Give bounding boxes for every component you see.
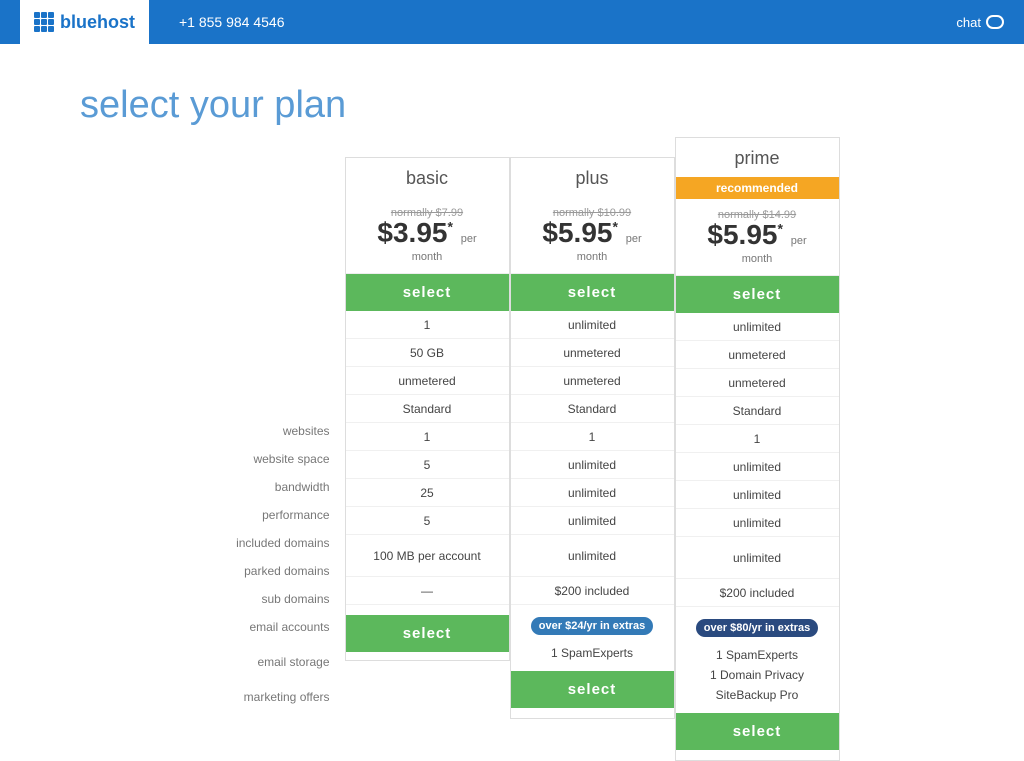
plan-prime-bandwidth: unmetered — [676, 369, 839, 397]
plan-plus-included-domains: 1 — [511, 423, 674, 451]
plan-plus-extras-badge: over $24/yr in extras — [531, 617, 653, 635]
plan-basic-select-bottom[interactable]: select — [346, 615, 509, 652]
plan-plus-extras-item-0: 1 SpamExperts — [511, 643, 674, 663]
plan-plus-marketing: $200 included — [511, 577, 674, 605]
plan-plus-price-box: normally $10.99 $5.95* permonth — [511, 197, 674, 274]
plan-basic-website-space: 50 GB — [346, 339, 509, 367]
plan-prime-extras-item-2: SiteBackup Pro — [676, 685, 839, 705]
plan-basic: basic normally $7.99 $3.95* permonth sel… — [345, 157, 510, 661]
plan-plus-websites: unlimited — [511, 311, 674, 339]
label-email-storage: email storage — [185, 641, 330, 683]
chat-icon — [986, 15, 1004, 29]
chat-label: chat — [956, 15, 981, 30]
plan-plus-website-space: unmetered — [511, 339, 674, 367]
plan-plus: plus normally $10.99 $5.95* permonth sel… — [510, 157, 675, 719]
page-title: select your plan — [80, 84, 1024, 127]
plan-plus-badge-row: over $24/yr in extras — [511, 609, 674, 643]
plan-prime-parked-domains: unlimited — [676, 453, 839, 481]
plan-prime-performance: Standard — [676, 397, 839, 425]
label-performance: performance — [185, 501, 330, 529]
plan-prime-select-top[interactable]: select — [676, 276, 839, 313]
plan-plus-email-accounts: unlimited — [511, 507, 674, 535]
label-bandwidth: bandwidth — [185, 473, 330, 501]
plan-plus-select-bottom[interactable]: select — [511, 671, 674, 708]
plan-prime-select-bottom[interactable]: select — [676, 713, 839, 750]
label-parked-domains: parked domains — [185, 557, 330, 585]
plan-plus-performance: Standard — [511, 395, 674, 423]
plan-prime-badge-row: over $80/yr in extras — [676, 611, 839, 645]
chat-button[interactable]: chat — [956, 15, 1004, 30]
plan-basic-name: basic — [346, 158, 509, 197]
plan-basic-marketing: — — [346, 577, 509, 605]
plan-basic-price-value: $3.95* — [377, 217, 460, 248]
plan-prime-price-value: $5.95* — [707, 219, 790, 250]
plan-plus-select-top[interactable]: select — [511, 274, 674, 311]
plan-prime-recommended: recommended — [676, 177, 839, 199]
plan-prime-included-domains: 1 — [676, 425, 839, 453]
plan-prime: prime recommended normally $14.99 $5.95*… — [675, 137, 840, 761]
plan-basic-email-accounts: 5 — [346, 507, 509, 535]
plan-basic-sub-domains: 25 — [346, 479, 509, 507]
plan-plus-sub-domains: unlimited — [511, 479, 674, 507]
label-marketing-offers: marketing offers — [185, 683, 330, 711]
logo-text: bluehost — [60, 12, 135, 33]
plan-basic-websites: 1 — [346, 311, 509, 339]
plan-plus-price-value: $5.95* — [542, 217, 625, 248]
plan-basic-email-storage: 100 MB per account — [346, 535, 509, 577]
plan-basic-included-domains: 1 — [346, 423, 509, 451]
plan-basic-price: $3.95* permonth — [351, 219, 504, 265]
plan-plus-email-storage: unlimited — [511, 535, 674, 577]
plan-basic-price-dollar: $3.95 — [377, 217, 447, 248]
plan-prime-extras-badge: over $80/yr in extras — [696, 619, 818, 637]
plan-plus-bandwidth: unmetered — [511, 367, 674, 395]
plan-basic-bandwidth: unmetered — [346, 367, 509, 395]
plan-basic-price-box: normally $7.99 $3.95* permonth — [346, 197, 509, 274]
logo[interactable]: bluehost — [20, 0, 149, 44]
plan-plus-price: $5.95* permonth — [516, 219, 669, 265]
label-website-space: website space — [185, 445, 330, 473]
plan-basic-parked-domains: 5 — [346, 451, 509, 479]
plan-prime-websites: unlimited — [676, 313, 839, 341]
plan-prime-price-box: normally $14.99 $5.95* permonth — [676, 199, 839, 276]
plan-prime-sub-domains: unlimited — [676, 481, 839, 509]
plan-prime-website-space: unmetered — [676, 341, 839, 369]
feature-labels: websites website space bandwidth perform… — [185, 157, 345, 711]
plan-prime-email-accounts: unlimited — [676, 509, 839, 537]
plan-basic-select-top[interactable]: select — [346, 274, 509, 311]
header: bluehost +1 855 984 4546 chat — [0, 0, 1024, 44]
plan-prime-extras-item-0: 1 SpamExperts — [676, 645, 839, 665]
plan-prime-price-dollar: $5.95 — [707, 219, 777, 250]
label-sub-domains: sub domains — [185, 585, 330, 613]
plan-prime-extras-item-1: 1 Domain Privacy — [676, 665, 839, 685]
plans-container: websites website space bandwidth perform… — [0, 157, 1024, 761]
logo-grid-icon — [34, 12, 54, 32]
plan-plus-price-dollar: $5.95 — [542, 217, 612, 248]
plan-prime-marketing: $200 included — [676, 579, 839, 607]
plan-plus-name: plus — [511, 158, 674, 197]
plan-prime-name: prime — [676, 138, 839, 177]
plan-basic-performance: Standard — [346, 395, 509, 423]
label-websites: websites — [185, 417, 330, 445]
plan-prime-price: $5.95* permonth — [681, 221, 834, 267]
header-phone: +1 855 984 4546 — [179, 14, 285, 30]
label-email-accounts: email accounts — [185, 613, 330, 641]
plan-prime-email-storage: unlimited — [676, 537, 839, 579]
label-included-domains: included domains — [185, 529, 330, 557]
plan-plus-parked-domains: unlimited — [511, 451, 674, 479]
